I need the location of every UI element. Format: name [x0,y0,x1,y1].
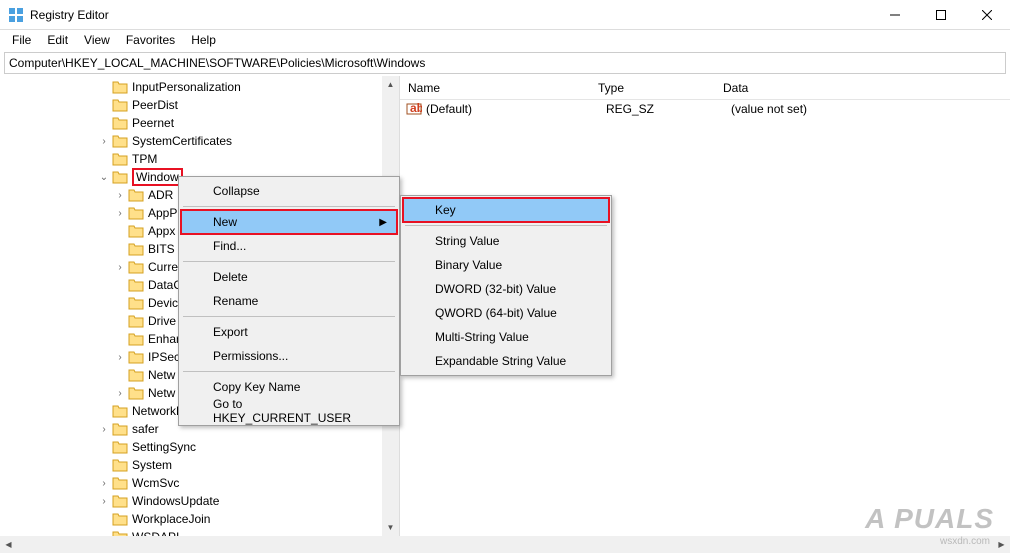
tree-item[interactable]: › WcmSvc [0,474,399,492]
context-menu-item[interactable]: Key [403,198,609,222]
tree-label: PeerDist [132,98,178,112]
tree-item[interactable]: PeerDist [0,96,399,114]
context-menu-item[interactable]: DWORD (32-bit) Value [403,277,609,301]
tree-expander-icon[interactable]: › [96,136,112,147]
tree-label: System [132,458,172,472]
column-name[interactable]: Name [400,81,590,95]
context-menu-item[interactable]: Export [181,320,397,344]
tree-label: InputPersonalization [132,80,241,94]
context-menu-item[interactable]: String Value [403,229,609,253]
context-menu-item[interactable]: Delete [181,265,397,289]
tree-expander-icon[interactable]: › [112,262,128,273]
tree-label: Enhar [148,332,180,346]
tree-label: Curre [148,260,178,274]
tree-label: SettingSync [132,440,196,454]
tree-label: Appx [148,224,175,238]
context-menu-item[interactable]: Expandable String Value [403,349,609,373]
context-menu-item[interactable]: QWORD (64-bit) Value [403,301,609,325]
tree-label: SystemCertificates [132,134,232,148]
tree-expander-icon[interactable]: ⌄ [96,172,112,183]
tree-expander-icon[interactable]: › [112,190,128,201]
tree-item[interactable]: InputPersonalization [0,78,399,96]
tree-item[interactable]: › WindowsUpdate [0,492,399,510]
value-data: (value not set) [731,102,1010,116]
tree-label: Netw [148,368,175,382]
tree-expander-icon[interactable]: › [112,208,128,219]
tree-expander-icon[interactable]: › [112,388,128,399]
context-menu-item[interactable]: Rename [181,289,397,313]
menubar: File Edit View Favorites Help [0,30,1010,50]
tree-expander-icon[interactable]: › [112,352,128,363]
context-menu-item[interactable]: Go to HKEY_CURRENT_USER [181,399,397,423]
maximize-button[interactable] [918,0,964,30]
tree-label: Window [132,168,183,186]
tree-expander-icon[interactable]: › [96,478,112,489]
value-name: (Default) [426,102,606,116]
menu-view[interactable]: View [76,31,118,49]
context-submenu-new: Key String ValueBinary ValueDWORD (32-bit… [400,195,612,376]
tree-label: Netw [148,386,175,400]
context-menu-item[interactable]: New▶ [181,210,397,234]
window-title: Registry Editor [30,8,872,22]
context-menu-separator [405,225,607,226]
context-menu-item[interactable]: Multi-String Value [403,325,609,349]
tree-item[interactable]: SettingSync [0,438,399,456]
context-menu-item[interactable]: Find... [181,234,397,258]
tree-label: AppP [148,206,177,220]
tree-item[interactable]: Peernet [0,114,399,132]
context-menu-separator [183,316,395,317]
tree-label: ADR [148,188,173,202]
tree-label: DataC [148,278,182,292]
submenu-arrow-icon: ▶ [379,217,387,228]
tree-label: BITS [148,242,175,256]
context-menu-item[interactable]: Binary Value [403,253,609,277]
tree-item[interactable]: › SystemCertificates [0,132,399,150]
scroll-right-button[interactable]: ▶ [993,536,1010,553]
context-menu-item[interactable]: Collapse [181,179,397,203]
tree-label: Devic [148,296,178,310]
list-header: Name Type Data [400,76,1010,100]
tree-expander-icon[interactable]: › [96,496,112,507]
tree-label: IPSec [148,350,180,364]
scroll-down-button[interactable]: ▼ [382,519,399,536]
context-menu-separator [183,206,395,207]
tree-label: WorkplaceJoin [132,512,210,526]
tree-label: safer [132,422,159,436]
context-menu: Collapse New▶Find... DeleteRename ExportPer… [178,176,400,426]
menu-file[interactable]: File [4,31,39,49]
column-data[interactable]: Data [715,81,1010,95]
tree-label: TPM [132,152,157,166]
list-row[interactable]: ab (Default) REG_SZ (value not set) [400,100,1010,118]
tree-label: WindowsUpdate [132,494,219,508]
context-menu-separator [183,371,395,372]
minimize-button[interactable] [872,0,918,30]
column-type[interactable]: Type [590,81,715,95]
tree-expander-icon[interactable]: › [96,424,112,435]
tree-label: WcmSvc [132,476,179,490]
context-menu-separator [183,261,395,262]
menu-edit[interactable]: Edit [39,31,76,49]
menu-favorites[interactable]: Favorites [118,31,183,49]
string-value-icon: ab [406,101,422,117]
titlebar: Registry Editor [0,0,1010,30]
menu-help[interactable]: Help [183,31,224,49]
address-text: Computer\HKEY_LOCAL_MACHINE\SOFTWARE\Pol… [9,56,425,70]
tree-item[interactable]: WorkplaceJoin [0,510,399,528]
context-menu-item[interactable]: Copy Key Name [181,375,397,399]
tree-item[interactable]: System [0,456,399,474]
close-button[interactable] [964,0,1010,30]
app-icon [8,7,24,23]
scroll-up-button[interactable]: ▲ [382,76,399,93]
list-scrollbar-horizontal[interactable]: ◀ ▶ [400,536,1010,553]
tree-label: Drive [148,314,176,328]
tree-item[interactable]: TPM [0,150,399,168]
context-menu-item[interactable]: Permissions... [181,344,397,368]
value-type: REG_SZ [606,102,731,116]
address-bar[interactable]: Computer\HKEY_LOCAL_MACHINE\SOFTWARE\Pol… [4,52,1006,74]
svg-text:ab: ab [410,101,422,115]
tree-label: Peernet [132,116,174,130]
